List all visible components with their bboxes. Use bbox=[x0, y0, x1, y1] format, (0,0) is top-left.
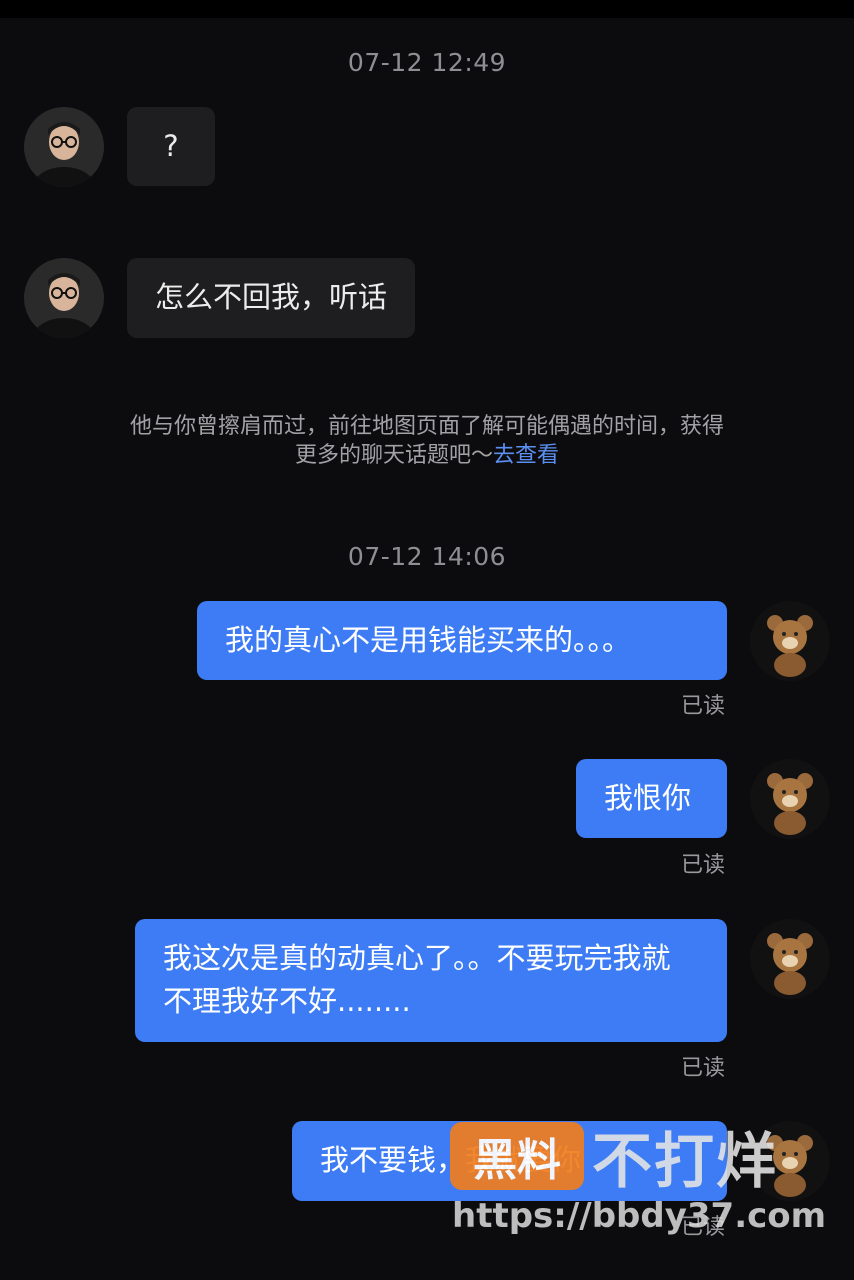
my-avatar[interactable] bbox=[750, 919, 830, 999]
outgoing-message[interactable]: 我恨你 bbox=[576, 759, 727, 838]
read-status: 已读 bbox=[681, 694, 726, 719]
user-avatar-icon bbox=[24, 258, 104, 338]
my-avatar[interactable] bbox=[750, 601, 830, 681]
timestamp: 07-12 12:49 bbox=[347, 48, 507, 77]
watermark-url: https://bbdy37.com bbox=[452, 1196, 827, 1236]
read-status: 已读 bbox=[681, 853, 726, 878]
watermark-text: 不打烊 bbox=[592, 1126, 778, 1197]
read-status: 已读 bbox=[681, 1056, 726, 1081]
status-bar bbox=[0, 0, 854, 18]
incoming-message[interactable]: ? bbox=[127, 107, 215, 186]
encounter-hint: 他与你曾擦肩而过，前往地图页面了解可能偶遇的时间，获得 更多的聊天话题吧～去查看 bbox=[90, 412, 764, 470]
hint-line: 他与你曾擦肩而过，前往地图页面了解可能偶遇的时间，获得 bbox=[129, 414, 724, 439]
contact-avatar[interactable] bbox=[24, 107, 104, 187]
my-avatar[interactable] bbox=[750, 759, 830, 839]
outgoing-message[interactable]: 我这次是真的动真心了。。不要玩完我就不理我好不好........ bbox=[135, 919, 727, 1042]
watermark: 黑料 不打烊 bbox=[450, 1122, 778, 1197]
incoming-message[interactable]: 怎么不回我，听话 bbox=[127, 258, 416, 338]
bear-avatar-icon bbox=[750, 919, 830, 999]
bear-avatar-icon bbox=[750, 601, 830, 681]
outgoing-message[interactable]: 我的真心不是用钱能买来的。。。 bbox=[197, 601, 727, 680]
view-map-link[interactable]: 去查看 bbox=[493, 443, 559, 468]
contact-avatar[interactable] bbox=[24, 258, 104, 338]
timestamp: 07-12 14:06 bbox=[347, 542, 507, 571]
user-avatar-icon bbox=[24, 107, 104, 187]
bear-avatar-icon bbox=[750, 759, 830, 839]
watermark-badge: 黑料 bbox=[450, 1122, 584, 1190]
hint-text: 更多的聊天话题吧～ bbox=[294, 443, 493, 468]
hint-line-2: 更多的聊天话题吧～去查看 bbox=[90, 441, 764, 470]
